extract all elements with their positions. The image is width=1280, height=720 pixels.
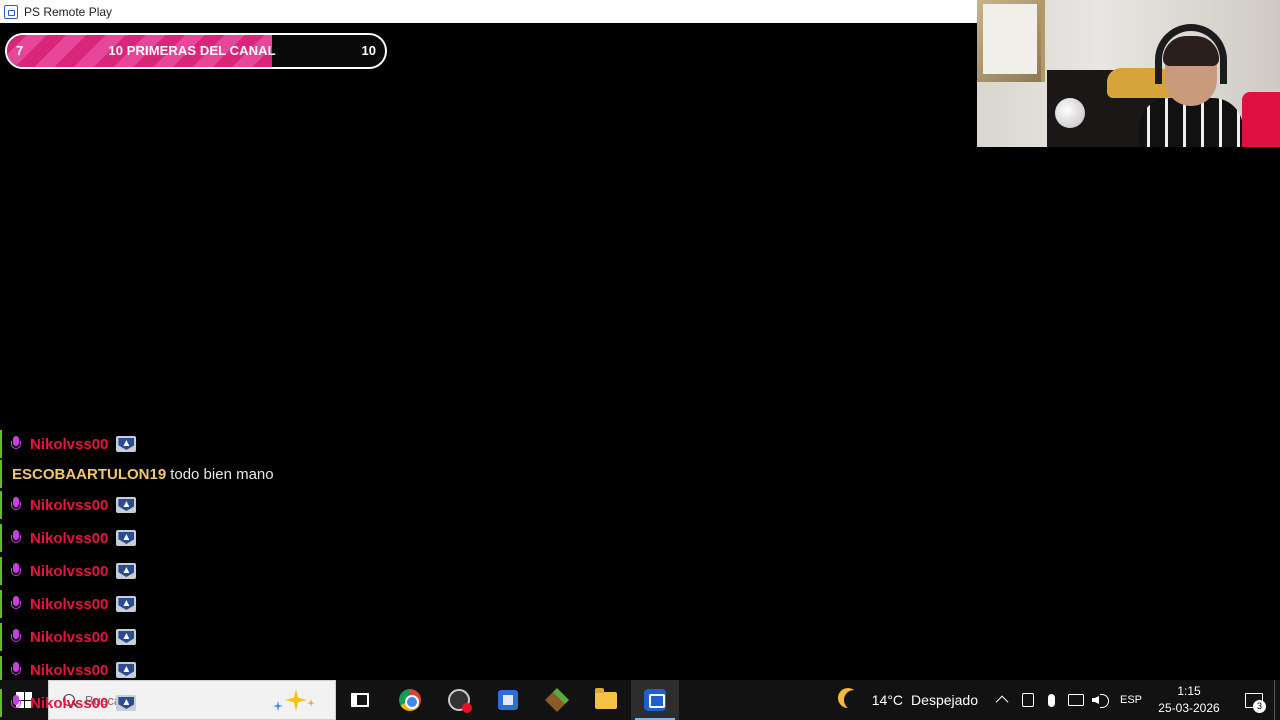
weather-widget[interactable]: 14°C Despejado bbox=[838, 690, 978, 710]
microphone-icon bbox=[1048, 693, 1056, 707]
chat-text: todo bien mano bbox=[170, 465, 274, 483]
window-title-bar[interactable]: PS Remote Play bbox=[0, 0, 977, 23]
notification-center-button[interactable]: 3 bbox=[1234, 680, 1274, 720]
input-language[interactable]: ESP bbox=[1120, 694, 1142, 706]
obs-icon bbox=[448, 689, 472, 713]
team-badge-icon bbox=[116, 436, 137, 452]
microphone-icon bbox=[10, 661, 22, 679]
chat-message: Nikolvss00 bbox=[0, 491, 137, 519]
chat-accent-bar bbox=[0, 491, 2, 519]
chat-username: ESCOBAARTULON19 bbox=[12, 465, 167, 483]
microphone-icon bbox=[10, 496, 22, 514]
microphone-icon bbox=[10, 595, 22, 613]
chat-accent-bar bbox=[0, 460, 2, 488]
chat-message: Nikolvss00 bbox=[0, 590, 137, 618]
chat-accent-bar bbox=[0, 524, 2, 552]
chat-message: Nikolvss00 bbox=[0, 623, 137, 651]
chat-message: Nikolvss00 bbox=[0, 557, 137, 585]
clock-time: 1:15 bbox=[1177, 684, 1201, 698]
taskbar-app-chrome[interactable] bbox=[386, 680, 434, 720]
team-badge-icon bbox=[116, 662, 137, 678]
notification-count: 3 bbox=[1253, 700, 1266, 713]
chat-username: Nikolvss00 bbox=[30, 562, 109, 580]
taskbar-app-file-explorer[interactable] bbox=[582, 680, 630, 720]
taskbar-app-minecraft[interactable] bbox=[533, 680, 581, 720]
taskbar-app-obs[interactable] bbox=[435, 680, 483, 720]
weather-condition: Despejado bbox=[911, 692, 978, 708]
chat-username: Nikolvss00 bbox=[30, 694, 109, 712]
team-badge-icon bbox=[116, 497, 137, 513]
headset bbox=[1155, 24, 1227, 84]
volume-button[interactable] bbox=[1088, 680, 1112, 720]
chevron-up-icon bbox=[996, 695, 1009, 708]
network-icon bbox=[1067, 694, 1084, 706]
window-title: PS Remote Play bbox=[24, 4, 113, 19]
microphone-icon bbox=[10, 435, 22, 453]
chrome-icon bbox=[399, 689, 421, 711]
chat-username: Nikolvss00 bbox=[30, 529, 109, 547]
taskbar-app-store[interactable] bbox=[484, 680, 532, 720]
chat-username: Nikolvss00 bbox=[30, 496, 109, 514]
chat-accent-bar bbox=[0, 430, 2, 458]
speaker-icon bbox=[1092, 693, 1109, 708]
chat-accent-bar bbox=[0, 623, 2, 651]
system-tray: 14°C Despejado ESP 1:15 25-03-2026 3 bbox=[838, 680, 1280, 720]
chat-message: Nikolvss00 bbox=[0, 524, 137, 552]
weather-temperature: 14°C bbox=[871, 692, 904, 708]
wall-frame bbox=[977, 0, 1045, 82]
task-view-icon bbox=[351, 693, 369, 707]
soccer-ball bbox=[1055, 98, 1085, 128]
streamer bbox=[1139, 24, 1243, 147]
microphone-icon bbox=[10, 529, 22, 547]
network-button[interactable] bbox=[1064, 680, 1088, 720]
goal-label: 10 PRIMERAS DEL CANAL bbox=[108, 43, 276, 58]
chat-message: Nikolvss00 bbox=[0, 430, 137, 458]
follower-goal-bar: 7 10 PRIMERAS DEL CANAL 10 bbox=[5, 33, 387, 69]
webcam-overlay bbox=[977, 0, 1280, 147]
chat-username: Nikolvss00 bbox=[30, 628, 109, 646]
team-badge-icon bbox=[116, 629, 137, 645]
store-icon bbox=[498, 690, 518, 710]
chat-message: Nikolvss00 bbox=[0, 689, 137, 717]
show-hidden-icons-button[interactable] bbox=[992, 680, 1016, 720]
chat-accent-bar bbox=[0, 689, 2, 717]
team-badge-icon bbox=[116, 695, 137, 711]
microphone-icon bbox=[10, 562, 22, 580]
ps-remote-play-icon bbox=[644, 689, 666, 711]
taskbar-app-ps-remote-play[interactable] bbox=[631, 680, 679, 720]
goal-target: 10 bbox=[361, 43, 376, 58]
team-badge-icon bbox=[116, 596, 137, 612]
clock-date: 25-03-2026 bbox=[1158, 701, 1220, 715]
ps-remote-play-icon bbox=[4, 4, 18, 19]
microphone-icon bbox=[10, 694, 22, 712]
chat-message: ESCOBAARTULON19 todo bien mano bbox=[0, 460, 274, 488]
chat-username: Nikolvss00 bbox=[30, 595, 109, 613]
team-badge-icon bbox=[116, 530, 137, 546]
microphone-tray-button[interactable] bbox=[1040, 680, 1064, 720]
taskbar: 14°C Despejado ESP 1:15 25-03-2026 3 bbox=[0, 680, 1280, 720]
task-view-button[interactable] bbox=[336, 680, 384, 720]
search-highlight-icon[interactable] bbox=[269, 689, 315, 713]
team-badge-icon bbox=[116, 563, 137, 579]
chat-username: Nikolvss00 bbox=[30, 435, 109, 453]
chat-username: Nikolvss00 bbox=[30, 661, 109, 679]
chat-accent-bar bbox=[0, 590, 2, 618]
clock[interactable]: 1:15 25-03-2026 bbox=[1154, 683, 1224, 717]
meet-icon bbox=[1021, 693, 1034, 707]
show-desktop-button[interactable] bbox=[1274, 680, 1280, 720]
folder-icon bbox=[595, 687, 617, 709]
meet-now-button[interactable] bbox=[1016, 680, 1040, 720]
moon-icon bbox=[844, 690, 864, 710]
chat-accent-bar bbox=[0, 557, 2, 585]
microphone-icon bbox=[10, 628, 22, 646]
minecraft-icon bbox=[544, 687, 570, 713]
